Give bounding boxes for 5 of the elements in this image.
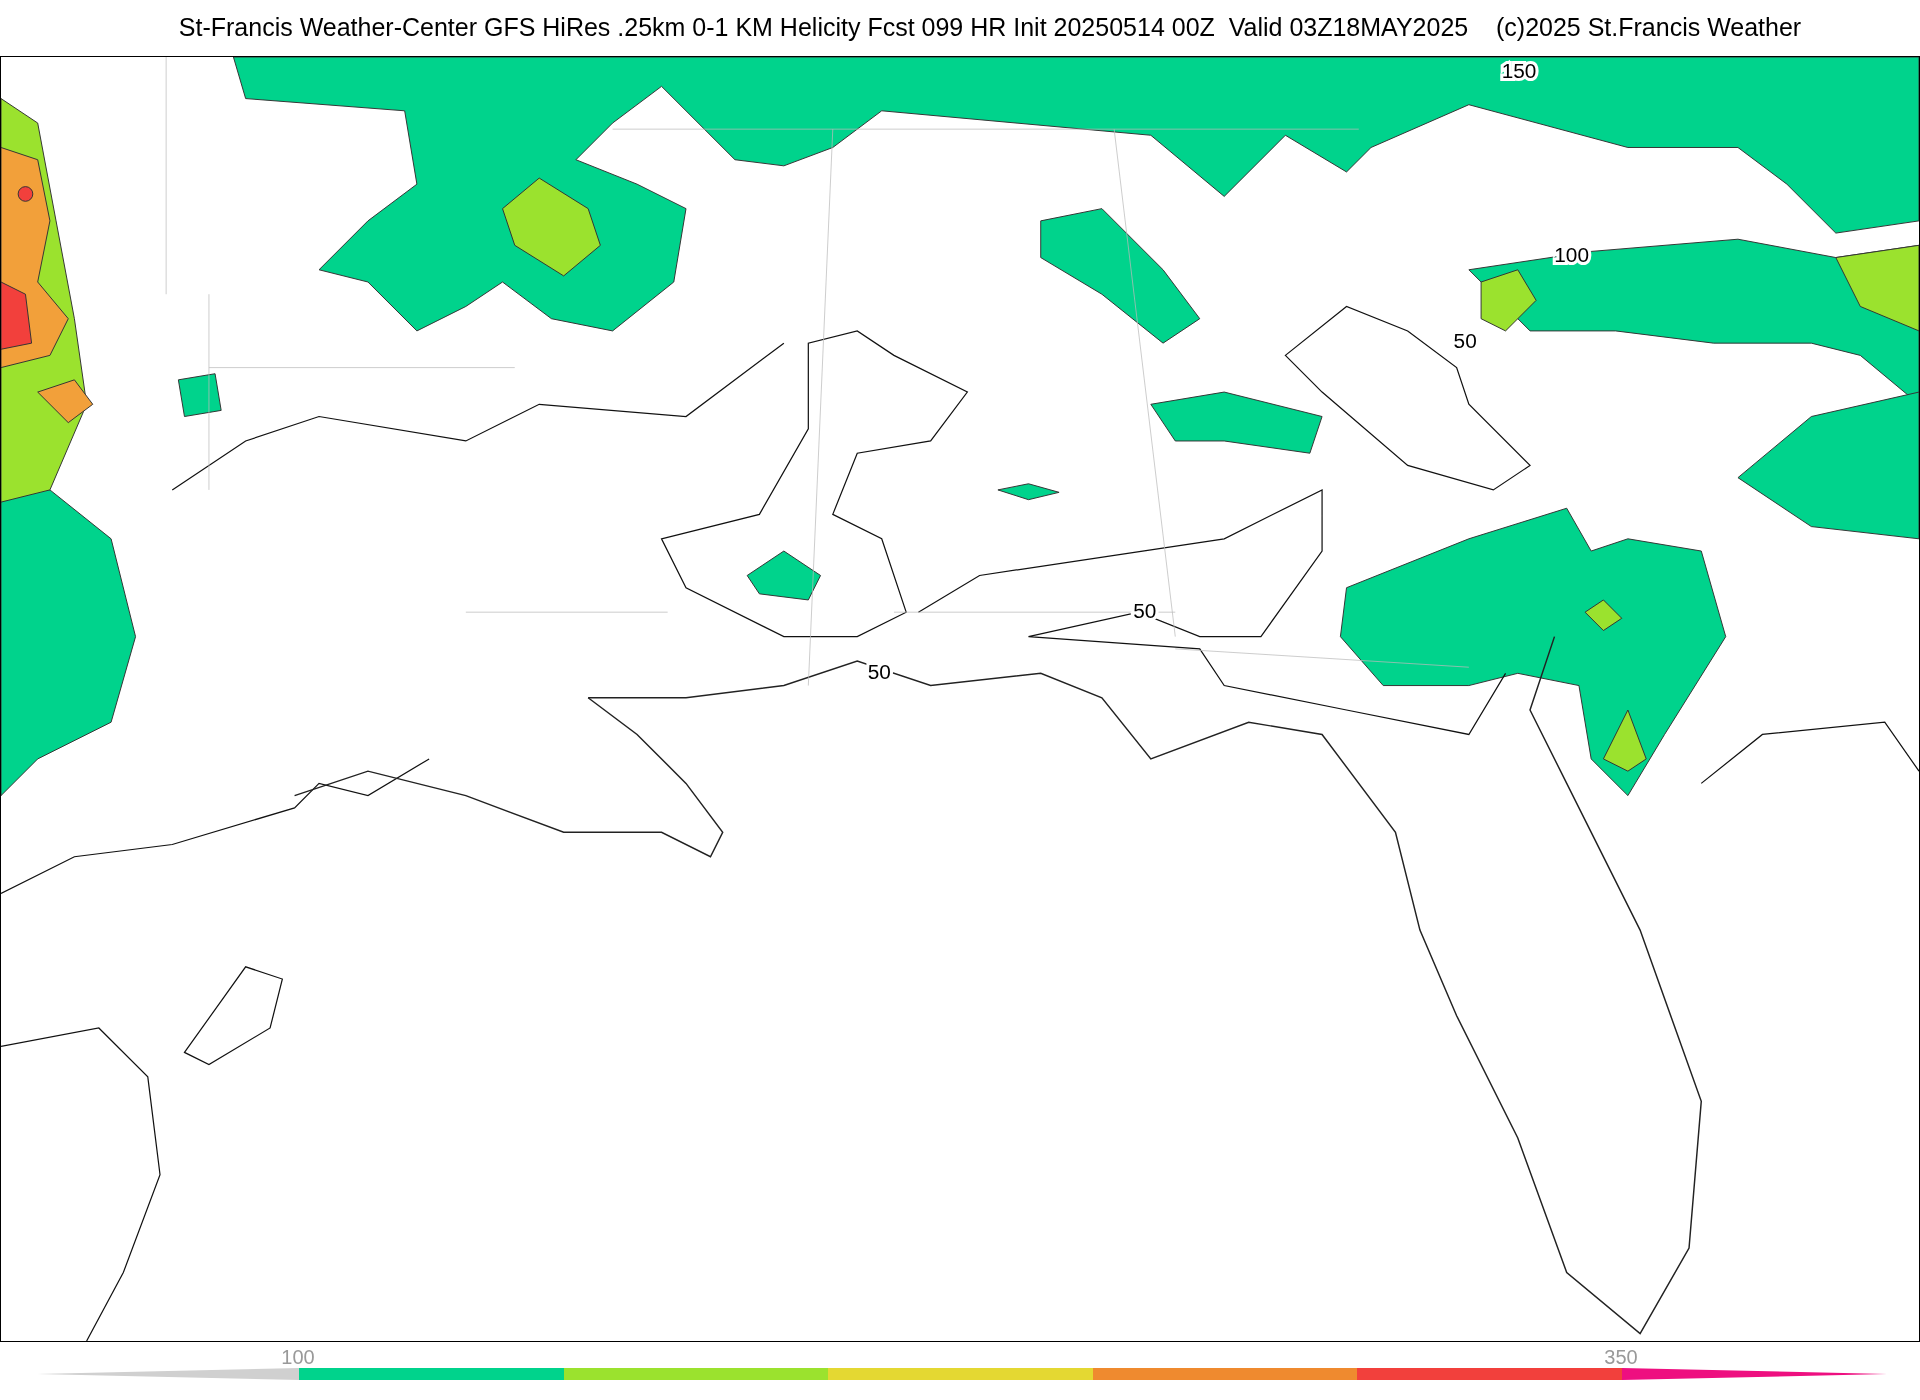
- contour-label: 50: [1453, 329, 1477, 353]
- map-title: St-Francis Weather-Center GFS HiRes .25km 0-1 KM Helicity Fcst 099 HR Init 20250514 00Z Valid 03Z18MAY2025 (c)2025 St.Francis Weather: [178, 12, 1802, 44]
- contour-label: 150: [1501, 58, 1537, 82]
- colorbar-label: 350: [1604, 1345, 1638, 1370]
- colorbar-label: 100: [281, 1345, 315, 1370]
